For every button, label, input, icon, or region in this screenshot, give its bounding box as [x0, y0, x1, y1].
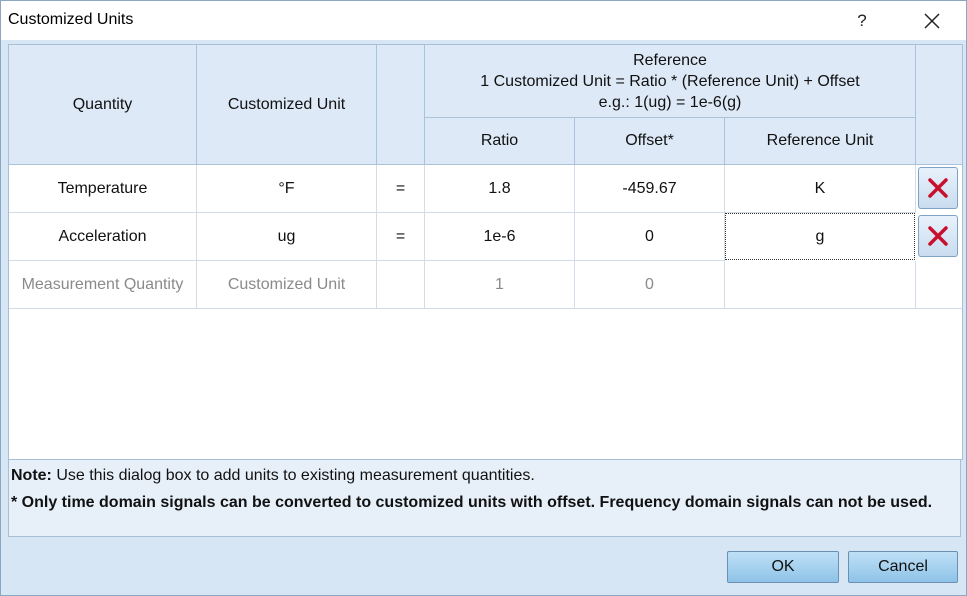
row1-reference-unit[interactable]: K	[725, 165, 916, 213]
row2-unit[interactable]: ug	[197, 213, 377, 261]
reference-example: e.g.: 1(ug) = 1e-6(g)	[598, 93, 742, 111]
row2-equals: =	[377, 213, 425, 261]
header-reference-group: Reference 1 Customized Unit = Ratio * (R…	[425, 45, 916, 118]
header-reference-unit[interactable]: Reference Unit	[725, 118, 916, 165]
row2-delete-button[interactable]	[918, 215, 958, 257]
header-quantity[interactable]: Quantity	[9, 45, 197, 165]
new-row-equals	[377, 261, 425, 309]
cancel-button[interactable]: Cancel	[848, 551, 958, 583]
units-grid: Quantity Customized Unit Reference 1 Cus…	[8, 44, 963, 460]
reference-formula: 1 Customized Unit = Ratio * (Reference U…	[480, 72, 860, 90]
new-row-quantity[interactable]: Measurement Quantity	[9, 261, 197, 309]
row1-quantity[interactable]: Temperature	[9, 165, 197, 213]
new-row-unit[interactable]: Customized Unit	[197, 261, 377, 309]
ok-button[interactable]: OK	[727, 551, 839, 583]
close-icon	[924, 13, 940, 29]
window-title: Customized Units	[8, 11, 134, 28]
new-row-offset[interactable]: 0	[575, 261, 725, 309]
header-action-col	[916, 45, 962, 165]
note-warning: * Only time domain signals can be conver…	[11, 494, 933, 511]
row2-offset[interactable]: 0	[575, 213, 725, 261]
row1-delete-button[interactable]	[918, 167, 958, 209]
row2-ratio[interactable]: 1e-6	[425, 213, 575, 261]
note-text: Note: Use this dialog box to add units t…	[11, 467, 535, 485]
header-customized-unit[interactable]: Customized Unit	[197, 45, 377, 165]
close-button[interactable]	[915, 7, 949, 35]
note-body: Use this dialog box to add units to exis…	[51, 467, 535, 484]
header-equals	[377, 45, 425, 165]
help-icon: ?	[857, 11, 867, 30]
row2-quantity[interactable]: Acceleration	[9, 213, 197, 261]
delete-icon	[928, 226, 948, 246]
note-panel: Note: Use this dialog box to add units t…	[8, 459, 961, 537]
header-offset[interactable]: Offset*	[575, 118, 725, 165]
row1-offset[interactable]: -459.67	[575, 165, 725, 213]
new-row-action	[916, 261, 962, 309]
customized-units-dialog: Customized Units ? Quantity Customized U…	[0, 0, 967, 596]
delete-icon	[928, 178, 948, 198]
row1-unit[interactable]: °F	[197, 165, 377, 213]
help-button[interactable]: ?	[847, 7, 877, 35]
row1-equals: =	[377, 165, 425, 213]
title-bar: Customized Units ?	[1, 1, 966, 40]
header-ratio[interactable]: Ratio	[425, 118, 575, 165]
new-row-reference-unit[interactable]	[725, 261, 916, 309]
reference-title: Reference	[633, 51, 707, 69]
new-row-ratio[interactable]: 1	[425, 261, 575, 309]
note-label: Note:	[11, 467, 52, 484]
row2-reference-unit[interactable]: g	[725, 213, 915, 260]
row1-ratio[interactable]: 1.8	[425, 165, 575, 213]
